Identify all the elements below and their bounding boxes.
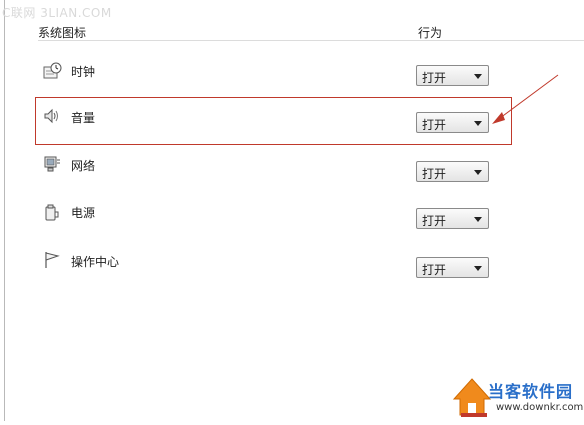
house-logo-icon bbox=[452, 378, 492, 417]
brand-name: 当客软件园 bbox=[488, 382, 574, 401]
brand-url: www.downkr.com bbox=[496, 402, 584, 413]
brand-logo: 当客软件园 www.downkr.com bbox=[452, 375, 584, 421]
annotation-arrow bbox=[492, 74, 559, 124]
